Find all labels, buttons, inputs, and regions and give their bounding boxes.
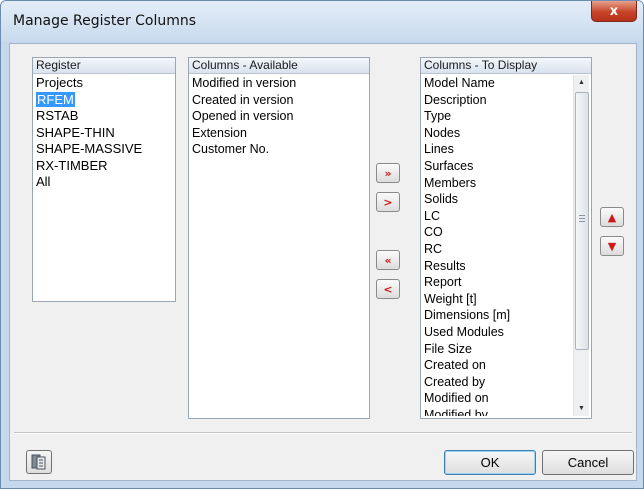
remove-all-button[interactable]: « [376, 250, 400, 270]
register-item-shape-thin[interactable]: SHAPE-THIN [36, 125, 172, 142]
display-columns-panel: Columns - To Display Model Name Descript… [420, 57, 592, 419]
chevron-right-icon: > [383, 195, 393, 209]
display-list-scrollbar[interactable]: ▲ ▼ [573, 75, 589, 416]
available-columns-header: Columns - Available [189, 58, 369, 74]
scroll-down-icon[interactable]: ▼ [574, 401, 589, 416]
columns-settings-icon [31, 454, 46, 470]
triangle-down-icon: ▼ [607, 239, 617, 253]
available-columns-list[interactable]: Modified in version Created in version O… [192, 75, 366, 416]
list-item[interactable]: Created in version [192, 92, 366, 109]
register-item-shape-massive[interactable]: SHAPE-MASSIVE [36, 141, 172, 158]
scroll-up-icon[interactable]: ▲ [574, 75, 589, 90]
dialog-client-area: Register Projects RFEM RSTAB SHAPE-THIN … [9, 43, 637, 481]
register-list-panel: Register Projects RFEM RSTAB SHAPE-THIN … [32, 57, 176, 302]
display-columns-header: Columns - To Display [421, 58, 591, 74]
list-item[interactable]: Report [424, 274, 571, 291]
triangle-up-icon: ▲ [607, 210, 617, 224]
list-item[interactable]: Modified in version [192, 75, 366, 92]
list-item[interactable]: Created on [424, 357, 571, 374]
list-item[interactable]: Members [424, 175, 571, 192]
double-chevron-right-icon: » [384, 166, 392, 180]
list-item[interactable]: Opened in version [192, 108, 366, 125]
list-item[interactable]: Solids [424, 191, 571, 208]
register-item-rx-timber[interactable]: RX-TIMBER [36, 158, 172, 175]
list-item[interactable]: Modified on [424, 390, 571, 407]
list-item[interactable]: Modified by [424, 407, 571, 416]
list-item[interactable]: File Size [424, 341, 571, 358]
list-item[interactable]: LC [424, 208, 571, 225]
list-item[interactable]: Customer No. [192, 141, 366, 158]
register-header: Register [33, 58, 175, 74]
list-item[interactable]: Results [424, 258, 571, 275]
add-all-button[interactable]: » [376, 163, 400, 183]
dialog-window: Manage Register Columns x Register Proje… [0, 0, 644, 489]
double-chevron-left-icon: « [384, 253, 392, 267]
grip-icon [579, 215, 585, 223]
separator [14, 432, 632, 434]
register-item-rstab[interactable]: RSTAB [36, 108, 172, 125]
ok-label: OK [480, 455, 500, 470]
list-item[interactable]: Type [424, 108, 571, 125]
cancel-button[interactable]: Cancel [542, 450, 634, 475]
list-item[interactable]: Model Name [424, 75, 571, 92]
list-item[interactable]: Description [424, 92, 571, 109]
register-list[interactable]: Projects RFEM RSTAB SHAPE-THIN SHAPE-MAS… [36, 75, 172, 299]
list-item[interactable]: RC [424, 241, 571, 258]
list-item[interactable]: Created by [424, 374, 571, 391]
move-down-button[interactable]: ▼ [600, 236, 624, 256]
ok-button[interactable]: OK [444, 450, 536, 475]
title-bar[interactable]: Manage Register Columns x [1, 1, 643, 41]
list-item[interactable]: Weight [t] [424, 291, 571, 308]
chevron-left-icon: < [383, 282, 393, 296]
remove-button[interactable]: < [376, 279, 400, 299]
register-item-projects[interactable]: Projects [36, 75, 172, 92]
settings-icon-button[interactable] [26, 450, 52, 474]
list-item[interactable]: Extension [192, 125, 366, 142]
register-item-all[interactable]: All [36, 174, 172, 191]
cancel-label: Cancel [567, 455, 609, 470]
list-item[interactable]: Surfaces [424, 158, 571, 175]
display-columns-list[interactable]: Model Name Description Type Nodes Lines … [424, 75, 571, 416]
close-icon: x [609, 3, 619, 19]
list-item[interactable]: Lines [424, 141, 571, 158]
register-item-rfem[interactable]: RFEM [36, 91, 172, 109]
move-up-button[interactable]: ▲ [600, 207, 624, 227]
window-title: Manage Register Columns [13, 13, 197, 29]
list-item[interactable]: Dimensions [m] [424, 307, 571, 324]
list-item[interactable]: CO [424, 224, 571, 241]
list-item[interactable]: Used Modules [424, 324, 571, 341]
available-columns-panel: Columns - Available Modified in version … [188, 57, 370, 419]
scrollbar-thumb[interactable] [575, 92, 589, 350]
list-item[interactable]: Nodes [424, 125, 571, 142]
close-button[interactable]: x [591, 1, 637, 22]
add-button[interactable]: > [376, 192, 400, 212]
